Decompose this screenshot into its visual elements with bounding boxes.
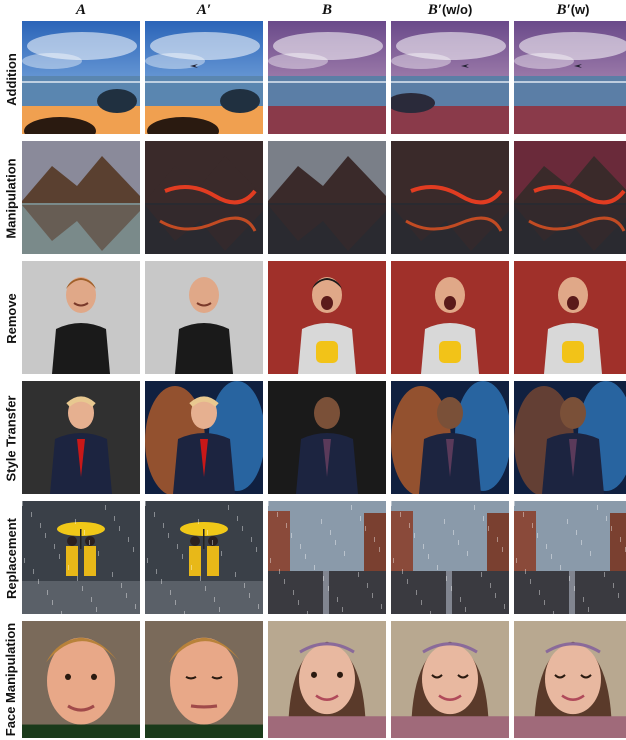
image-suit-b-prime-without (391, 381, 509, 494)
image-rain-b-prime-without (391, 501, 509, 614)
image-suit-b-prime-with (514, 381, 626, 494)
image-rain-b-prime-with (514, 501, 626, 614)
row-label-addition: Addition (3, 52, 19, 106)
image-face-a-prime (145, 621, 263, 738)
row-label-manipulation: Manipulation (3, 157, 19, 239)
image-face-a (22, 621, 140, 738)
image-rain-b (268, 501, 386, 614)
image-beach-a (22, 21, 140, 134)
image-mountain-a (22, 141, 140, 254)
image-person-b-prime-with (514, 261, 626, 374)
row-label-replacement: Replacement (3, 517, 19, 599)
column-header-a-prime: A′ (196, 2, 212, 18)
row-label-remove: Remove (3, 292, 19, 344)
image-beach-b-prime-with (514, 21, 626, 134)
image-suit-a (22, 381, 140, 494)
image-face-b-prime-without (391, 621, 509, 738)
image-beach-b (268, 21, 386, 134)
column-header-a: A (75, 2, 86, 18)
image-mountain-b-prime-with (514, 141, 626, 254)
image-person-a (22, 261, 140, 374)
image-suit-a-prime (145, 381, 263, 494)
image-person-b-prime-without (391, 261, 509, 374)
image-mountain-b (268, 141, 386, 254)
image-mountain-a-prime (145, 141, 263, 254)
image-beach-a-prime (145, 21, 263, 134)
column-header-b-prime-without: B′(w/o) (427, 2, 473, 18)
image-beach-b-prime-without (391, 21, 509, 134)
image-rain-a-prime (145, 501, 263, 614)
column-header-b-prime-with: B′(w) (556, 2, 590, 18)
row-label-face-manipulation: Face Manipulation (3, 622, 19, 736)
image-face-b (268, 621, 386, 738)
image-mountain-b-prime-without (391, 141, 509, 254)
image-rain-a (22, 501, 140, 614)
image-face-b-prime-with (514, 621, 626, 738)
image-person-a-prime (145, 261, 263, 374)
column-header-b: B (321, 2, 332, 18)
image-suit-b (268, 381, 386, 494)
image-person-b (268, 261, 386, 374)
row-label-style-transfer: Style Transfer (3, 395, 19, 481)
